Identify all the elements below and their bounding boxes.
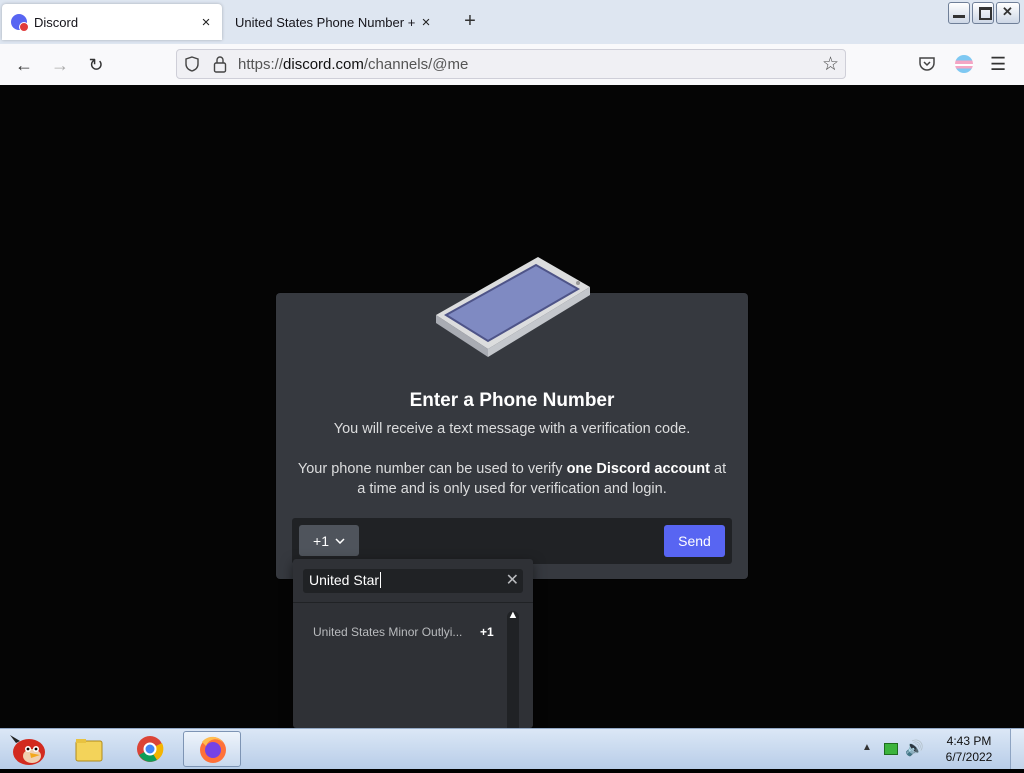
- clock-date: 6/7/2022: [945, 750, 993, 764]
- close-tab-icon[interactable]: ×: [416, 14, 436, 31]
- browser-nav-bar: ← → ↻ https://discord.com/channels/@me ☆…: [0, 44, 1024, 86]
- country-code-select[interactable]: +1: [299, 525, 359, 556]
- tab-phone-number[interactable]: United States Phone Number +1 ×: [226, 4, 442, 40]
- account-avatar[interactable]: [955, 55, 973, 73]
- start-button-angry-bird-icon[interactable]: [6, 731, 48, 767]
- taskbar: ▲ 🔊 4:43 PM 6/7/2022: [0, 728, 1024, 769]
- address-bar[interactable]: https://discord.com/channels/@me ☆: [176, 49, 846, 79]
- pocket-icon[interactable]: [918, 56, 936, 72]
- modal-note: Your phone number can be used to verify …: [297, 461, 727, 497]
- taskbar-chrome[interactable]: [121, 731, 179, 767]
- minimize-button[interactable]: [948, 2, 970, 24]
- phone-number-modal: Enter a Phone Number You will receive a …: [276, 257, 748, 579]
- chrome-icon: [137, 736, 164, 762]
- clear-search-icon[interactable]: ✕: [506, 570, 519, 590]
- show-desktop-button[interactable]: [1010, 729, 1024, 769]
- tab-discord[interactable]: Discord ×: [2, 4, 222, 40]
- chevron-down-icon: [335, 537, 345, 544]
- back-arrow-icon[interactable]: ←: [12, 53, 36, 77]
- page-content: Enter a Phone Number You will receive a …: [0, 85, 1024, 728]
- tab-title: Discord: [34, 14, 79, 30]
- scroll-up-icon[interactable]: ▲: [507, 609, 519, 621]
- new-tab-button[interactable]: +: [458, 10, 482, 33]
- modal-subtitle: You will receive a text message with a v…: [333, 421, 691, 437]
- lock-icon[interactable]: [213, 55, 227, 73]
- network-icon[interactable]: [884, 743, 898, 755]
- send-button[interactable]: Send: [664, 525, 725, 557]
- maximize-button[interactable]: [972, 2, 994, 24]
- hamburger-menu-icon[interactable]: ☰: [990, 54, 1006, 75]
- taskbar-firefox[interactable]: [183, 731, 241, 767]
- clock-time: 4:43 PM: [946, 734, 992, 748]
- country-search-value: United Star: [309, 572, 382, 588]
- taskbar-explorer[interactable]: [60, 731, 118, 767]
- country-option[interactable]: United States Minor Outlyi...: [313, 625, 462, 639]
- phone-illustration-icon: [436, 257, 590, 357]
- window-close-button[interactable]: [996, 2, 1020, 24]
- browser-tab-bar: Discord × United States Phone Number +1 …: [0, 0, 1024, 44]
- shield-icon[interactable]: [185, 56, 199, 72]
- country-option-code[interactable]: +1: [480, 625, 494, 639]
- url-text[interactable]: https://discord.com/channels/@me: [238, 56, 468, 73]
- volume-icon[interactable]: 🔊: [905, 739, 924, 757]
- discord-favicon-icon: [11, 14, 29, 32]
- dropdown-scrollbar[interactable]: [507, 611, 519, 728]
- forward-arrow-icon[interactable]: →: [48, 53, 72, 77]
- country-search-input[interactable]: United Star ✕: [303, 569, 523, 593]
- system-clock[interactable]: 4:43 PM 6/7/2022: [938, 733, 1000, 765]
- country-code-label: +1: [313, 532, 329, 549]
- dropdown-divider: [293, 602, 533, 603]
- close-tab-icon[interactable]: ×: [196, 14, 216, 31]
- tab-title: United States Phone Number +1: [235, 14, 416, 30]
- reload-icon[interactable]: ↻: [84, 53, 108, 77]
- folder-icon: [75, 739, 103, 762]
- firefox-icon: [200, 736, 226, 763]
- phone-number-input[interactable]: +1 Send: [292, 518, 732, 564]
- country-dropdown: United Star ✕ United States Minor Outlyi…: [293, 559, 533, 728]
- bookmark-star-icon[interactable]: ☆: [822, 53, 839, 76]
- tray-expand-icon[interactable]: ▲: [862, 742, 872, 753]
- modal-title: Enter a Phone Number: [409, 390, 615, 411]
